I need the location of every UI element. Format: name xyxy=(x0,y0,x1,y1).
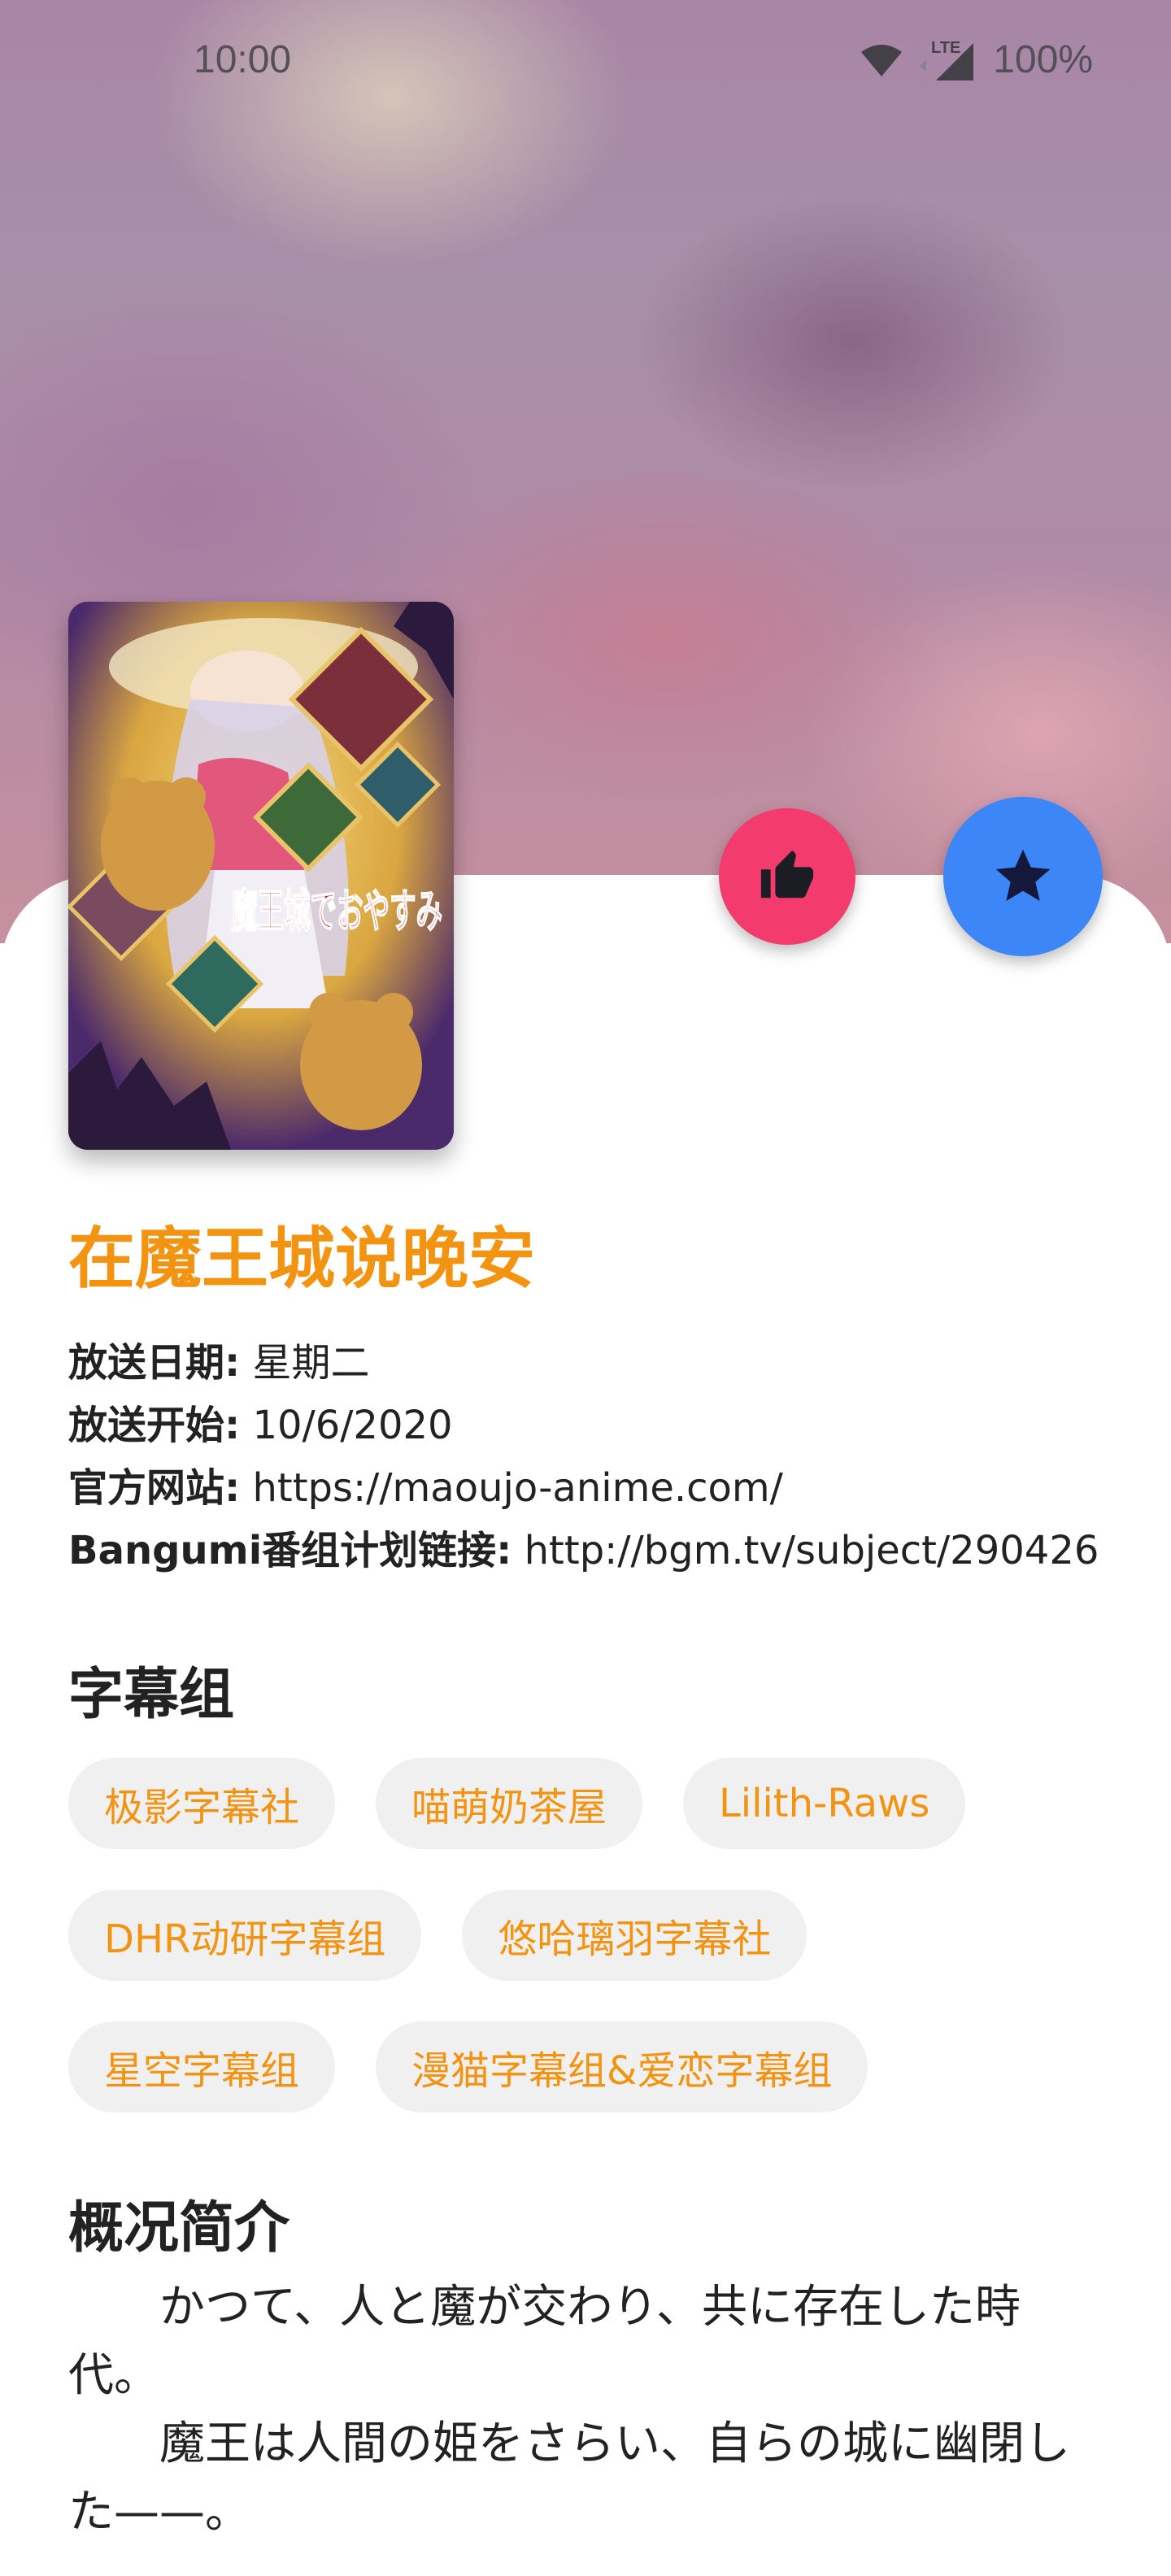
info-label: 官方网站: xyxy=(68,1465,241,1511)
info-row-official-site: 官方网站: https://maoujo-anime.com/ xyxy=(68,1457,1125,1520)
synopsis-heading: 概况简介 xyxy=(68,2196,290,2261)
subtitle-groups-heading: 字幕组 xyxy=(68,1663,235,1727)
official-site-link[interactable]: https://maoujo-anime.com/ xyxy=(252,1465,782,1511)
subtitle-group-chip[interactable]: 悠哈璃羽字幕社 xyxy=(462,1890,808,1981)
synopsis-text: かつて、人と魔が交わり、共に存在した時代。 魔王は人間の姫をさらい、自らの城に幽… xyxy=(68,2274,1093,2547)
thumb-up-icon xyxy=(760,850,814,899)
subtitle-group-chip[interactable]: 星空字幕组 xyxy=(68,2021,336,2113)
info-label: 放送开始: xyxy=(68,1403,241,1448)
subtitle-group-chips: 极影字幕社 喵萌奶茶屋 Lilith-Raws DHR动研字幕组 悠哈璃羽字幕社… xyxy=(68,1758,1125,2153)
wifi-icon xyxy=(861,44,903,76)
info-value: 10/6/2020 xyxy=(252,1403,453,1448)
synopsis-paragraph: かつて、人と魔が交わり、共に存在した時代。 xyxy=(68,2281,1021,2402)
chip-row: 星空字幕组 漫猫字幕组&爱恋字幕组 xyxy=(68,2021,1125,2113)
info-label: 放送日期: xyxy=(68,1340,241,1386)
subtitle-group-chip[interactable]: 极影字幕社 xyxy=(68,1758,336,1849)
like-button[interactable] xyxy=(719,808,855,945)
info-list: 放送日期: 星期二 放送开始: 10/6/2020 官方网站: https://… xyxy=(68,1332,1125,1582)
cover-artwork: 魔王城でおやすみ xyxy=(68,602,454,1150)
subtitle-group-chip[interactable]: DHR动研字幕组 xyxy=(68,1890,422,1981)
status-time: 10:00 xyxy=(194,38,292,81)
battery-level: 100% xyxy=(993,38,1093,81)
status-icons: LTE 100% xyxy=(860,37,1093,82)
network-type-label: LTE xyxy=(931,39,960,57)
subtitle-group-chip[interactable]: 漫猫字幕组&爱恋字幕组 xyxy=(376,2021,868,2113)
anime-title: 在魔王城说晚安 xyxy=(68,1221,536,1298)
info-row-bangumi-link: Bangumi番组计划链接: http://bgm.tv/subject/290… xyxy=(68,1520,1125,1582)
star-icon xyxy=(995,849,1051,901)
chip-row: DHR动研字幕组 悠哈璃羽字幕社 xyxy=(68,1890,1125,1981)
info-row-air-start: 放送开始: 10/6/2020 xyxy=(68,1395,1125,1457)
info-label: Bangumi番组计划链接: xyxy=(68,1528,512,1573)
chip-row: 极影字幕社 喵萌奶茶屋 Lilith-Raws xyxy=(68,1758,1125,1849)
info-row-air-day: 放送日期: 星期二 xyxy=(68,1332,1125,1395)
signal-icon: LTE xyxy=(920,39,974,80)
status-bar: 10:00 LTE 100% xyxy=(0,0,1171,130)
cover-title-text: 魔王城でおやすみ xyxy=(231,885,442,938)
bangumi-link[interactable]: http://bgm.tv/subject/290426 xyxy=(525,1528,1099,1573)
synopsis-paragraph: 魔王は人間の姫をさらい、自らの城に幽閉した——。 xyxy=(68,2417,1070,2539)
favorite-button[interactable] xyxy=(943,797,1103,956)
anime-cover-image[interactable]: 魔王城でおやすみ xyxy=(68,602,454,1150)
subtitle-group-chip[interactable]: 喵萌奶茶屋 xyxy=(376,1758,643,1849)
subtitle-group-chip[interactable]: Lilith-Raws xyxy=(683,1758,966,1849)
info-value: 星期二 xyxy=(252,1340,370,1386)
